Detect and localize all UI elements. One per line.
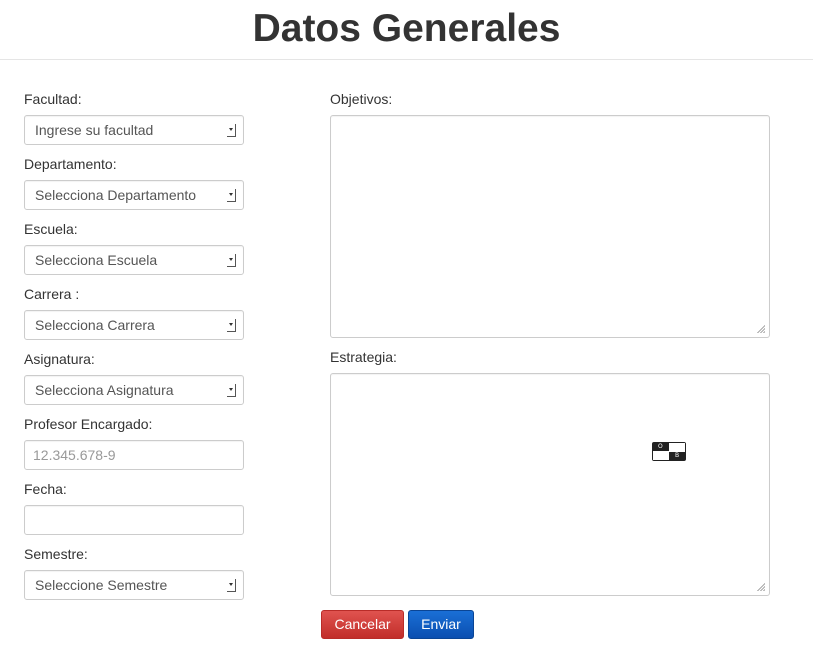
asignatura-select-value: Selecciona Asignatura	[35, 382, 174, 398]
fecha-input[interactable]	[24, 505, 244, 535]
chevron-down-icon	[227, 384, 236, 397]
fecha-label: Fecha:	[24, 481, 67, 497]
facultad-select[interactable]: Ingrese su facultad	[24, 115, 244, 145]
carrera-select-value: Selecciona Carrera	[35, 317, 155, 333]
cancel-button[interactable]: Cancelar	[321, 610, 404, 639]
chevron-down-icon	[227, 254, 236, 267]
semestre-label: Semestre:	[24, 546, 88, 562]
page-header: Datos Generales	[0, 0, 813, 60]
departamento-select[interactable]: Selecciona Departamento	[24, 180, 244, 210]
semestre-select[interactable]: Seleccione Semestre	[24, 570, 244, 600]
departamento-label: Departamento:	[24, 156, 117, 172]
chevron-down-icon	[227, 579, 236, 592]
profesor-input[interactable]	[24, 440, 244, 470]
chevron-down-icon	[227, 189, 236, 202]
chevron-down-icon	[227, 319, 236, 332]
carrera-select[interactable]: Selecciona Carrera	[24, 310, 244, 340]
asignatura-select[interactable]: Selecciona Asignatura	[24, 375, 244, 405]
carrera-label: Carrera :	[24, 286, 80, 302]
resize-handle-icon[interactable]	[756, 582, 765, 591]
profesor-label: Profesor Encargado:	[24, 416, 153, 432]
asignatura-label: Asignatura:	[24, 351, 95, 367]
departamento-select-value: Selecciona Departamento	[35, 187, 197, 203]
escuela-select[interactable]: Selecciona Escuela	[24, 245, 244, 275]
escuela-label: Escuela:	[24, 221, 78, 237]
estrategia-label: Estrategia:	[330, 349, 397, 365]
facultad-select-value: Ingrese su facultad	[35, 122, 154, 138]
estrategia-textarea[interactable]	[330, 373, 770, 596]
objetivos-textarea[interactable]	[330, 115, 770, 338]
escuela-select-value: Selecciona Escuela	[35, 252, 158, 268]
semestre-select-value: Seleccione Semestre	[35, 577, 168, 593]
input-method-icon[interactable]: OB	[652, 442, 686, 461]
resize-handle-icon[interactable]	[756, 324, 765, 333]
chevron-down-icon	[227, 124, 236, 137]
facultad-label: Facultad:	[24, 91, 82, 107]
page-title: Datos Generales	[252, 7, 561, 50]
send-button[interactable]: Enviar	[408, 610, 474, 639]
objetivos-label: Objetivos:	[330, 91, 393, 107]
